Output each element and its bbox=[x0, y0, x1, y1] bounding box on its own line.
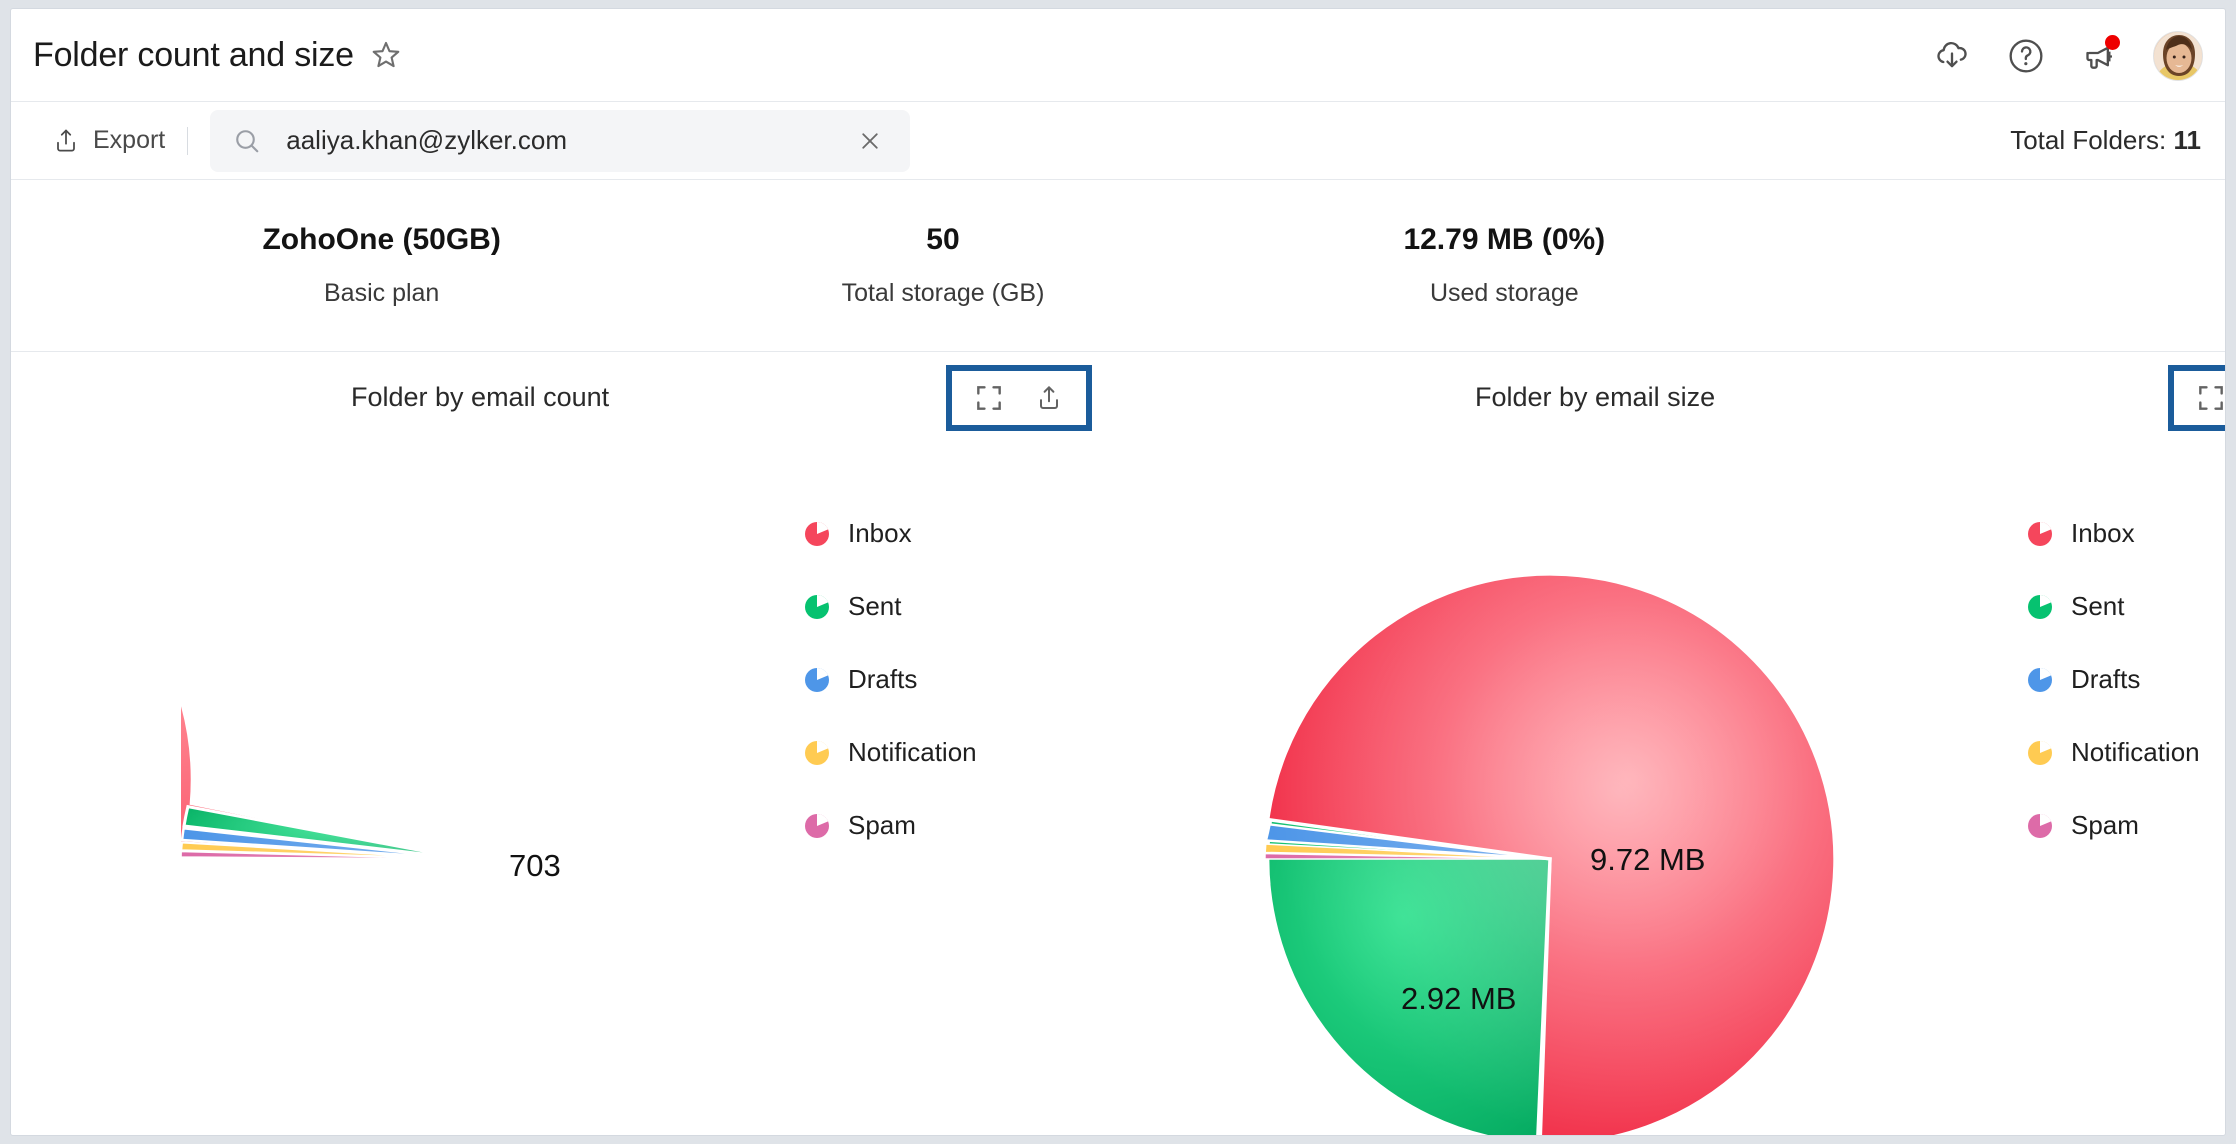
stat-used-storage: 12.79 MB (0%) Used storage bbox=[1224, 223, 1785, 308]
legend-item-sent[interactable]: Sent bbox=[2027, 570, 2200, 643]
legend-email-size: Inbox Sent Drafts bbox=[2027, 497, 2200, 862]
charts-area: Folder by email count bbox=[11, 352, 2225, 1110]
toolbar: Export aaliya.khan@zylker.com Total Fold… bbox=[11, 102, 2225, 180]
legend-item-notification[interactable]: Notification bbox=[2027, 716, 2200, 789]
pie-svg bbox=[1265, 574, 1835, 1136]
total-folders: Total Folders: 11 bbox=[2010, 125, 2201, 156]
pie-slice-sent[interactable] bbox=[1268, 820, 1550, 1136]
chart-actions-email-count bbox=[946, 365, 1092, 431]
stat-label: Used storage bbox=[1224, 279, 1785, 308]
legend-label: Drafts bbox=[848, 664, 917, 695]
pie-marker-icon bbox=[804, 521, 830, 547]
legend-label: Spam bbox=[848, 810, 916, 841]
chart-actions-email-size bbox=[2168, 365, 2226, 431]
chart-panel-email-size: Folder by email size bbox=[1118, 352, 2225, 1110]
pie-chart-email-size: 9.72 MB 2.92 MB bbox=[1265, 574, 1835, 1136]
chart-panel-email-count: Folder by email count bbox=[11, 352, 1118, 1110]
help-circle-icon[interactable] bbox=[2005, 35, 2047, 77]
header-actions bbox=[1931, 9, 2203, 102]
pie-marker-icon bbox=[2027, 521, 2053, 547]
export-label: Export bbox=[93, 126, 165, 155]
export-button[interactable]: Export bbox=[51, 126, 165, 156]
stat-label: Total storage (GB) bbox=[662, 279, 1223, 308]
pie-marker-icon bbox=[804, 740, 830, 766]
legend-item-spam[interactable]: Spam bbox=[2027, 789, 2200, 862]
app-header: Folder count and size bbox=[11, 9, 2225, 102]
expand-fullscreen-icon[interactable] bbox=[2194, 381, 2226, 415]
star-icon[interactable] bbox=[370, 39, 402, 71]
cloud-download-icon[interactable] bbox=[1931, 35, 1973, 77]
upload-icon[interactable] bbox=[1032, 381, 1066, 415]
pie-label-inbox: 703 bbox=[509, 848, 561, 884]
legend-item-inbox[interactable]: Inbox bbox=[804, 497, 977, 570]
stat-plan: ZohoOne (50GB) Basic plan bbox=[101, 223, 662, 308]
stat-total-storage: 50 Total storage (GB) bbox=[662, 223, 1223, 308]
notification-badge bbox=[2105, 35, 2120, 50]
stat-value: 50 bbox=[662, 223, 1223, 257]
legend-label: Spam bbox=[2071, 810, 2139, 841]
legend-item-notification[interactable]: Notification bbox=[804, 716, 977, 789]
stat-value: ZohoOne (50GB) bbox=[101, 223, 662, 257]
pie-marker-icon bbox=[2027, 813, 2053, 839]
chart-title: Folder by email size bbox=[1475, 382, 1715, 413]
upload-icon bbox=[51, 126, 81, 156]
toolbar-divider bbox=[187, 127, 188, 155]
pie-body[interactable]: 9.72 MB 2.92 MB bbox=[1265, 574, 1835, 1136]
legend-email-count: Inbox Sent Drafts bbox=[804, 497, 977, 862]
legend-label: Notification bbox=[848, 737, 977, 768]
legend-label: Sent bbox=[2071, 591, 2125, 622]
legend-label: Inbox bbox=[2071, 518, 2135, 549]
pie-marker-icon bbox=[2027, 740, 2053, 766]
legend-label: Inbox bbox=[848, 518, 912, 549]
app-card: Folder count and size bbox=[10, 8, 2226, 1136]
pie-marker-icon bbox=[2027, 667, 2053, 693]
stat-value: 12.79 MB (0%) bbox=[1224, 223, 1785, 257]
pie-marker-icon bbox=[2027, 594, 2053, 620]
search-icon bbox=[232, 126, 262, 156]
avatar[interactable] bbox=[2153, 31, 2203, 81]
stats-row: ZohoOne (50GB) Basic plan 50 Total stora… bbox=[11, 180, 2225, 352]
legend-item-drafts[interactable]: Drafts bbox=[2027, 643, 2200, 716]
legend-label: Sent bbox=[848, 591, 902, 622]
page-title: Folder count and size bbox=[33, 36, 354, 75]
pie-svg bbox=[181, 574, 751, 1136]
legend-item-inbox[interactable]: Inbox bbox=[2027, 497, 2200, 570]
pie-body[interactable]: 703 bbox=[181, 574, 751, 1136]
total-folders-label: Total Folders: bbox=[2010, 125, 2166, 155]
chart-title: Folder by email count bbox=[351, 382, 609, 413]
pie-marker-icon bbox=[804, 667, 830, 693]
search-input[interactable]: aaliya.khan@zylker.com bbox=[210, 110, 910, 172]
pie-marker-icon bbox=[804, 594, 830, 620]
legend-item-spam[interactable]: Spam bbox=[804, 789, 977, 862]
expand-fullscreen-icon[interactable] bbox=[972, 381, 1006, 415]
legend-label: Drafts bbox=[2071, 664, 2140, 695]
pie-label-sent: 2.92 MB bbox=[1401, 981, 1516, 1017]
close-icon[interactable] bbox=[856, 127, 884, 155]
pie-marker-icon bbox=[804, 813, 830, 839]
pie-label-inbox: 9.72 MB bbox=[1590, 842, 1705, 878]
search-value: aaliya.khan@zylker.com bbox=[286, 125, 856, 156]
announcement-megaphone-icon[interactable] bbox=[2079, 35, 2121, 77]
pie-chart-email-count: 703 bbox=[181, 574, 751, 1136]
legend-item-drafts[interactable]: Drafts bbox=[804, 643, 977, 716]
legend-label: Notification bbox=[2071, 737, 2200, 768]
total-folders-count: 11 bbox=[2174, 125, 2202, 155]
stat-label: Basic plan bbox=[101, 279, 662, 308]
legend-item-sent[interactable]: Sent bbox=[804, 570, 977, 643]
